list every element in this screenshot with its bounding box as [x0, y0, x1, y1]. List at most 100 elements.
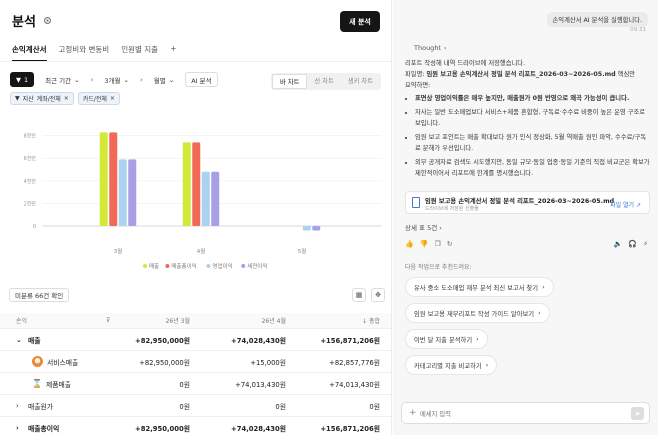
row-value-total: +74,013,430원	[329, 380, 380, 389]
chevron-icon[interactable]: ›	[16, 402, 24, 410]
suggestion-text: 이번 달 지출 분석하기	[414, 336, 473, 344]
income-bar-chart: 8천만 6천만 4천만 2천만 0 3월 4월 5월매출 매출총이익 영업이익 세전이익	[24, 132, 382, 270]
row-value-march: +82,950,000원	[135, 424, 190, 433]
tab-3[interactable]: +	[170, 44, 176, 61]
suggestion-chip[interactable]: 임원 보고용 재무리포트 작성 가이드 알아보기 ›	[405, 303, 550, 323]
chevron-left-icon[interactable]: ‹	[91, 76, 94, 84]
summary-item: 자사는 일반 도소매업보다 서비스+제품 혼합형, 구독료·수수료 비중이 높은…	[415, 107, 650, 129]
view-option-1[interactable]: 선 차트	[307, 74, 340, 89]
filter-icon[interactable]: ⊽	[106, 317, 110, 324]
bar-3-1[interactable]	[211, 171, 220, 226]
tab-2[interactable]: 인원별 지출	[121, 44, 158, 61]
column-header-april[interactable]: 26년 4월	[262, 313, 286, 328]
range-select[interactable]: 3개월 ⌄	[98, 72, 135, 87]
bar-2-1[interactable]	[201, 171, 210, 226]
active-filters: ▼ 지산 계좌/전체 × 카드/전체 ×	[10, 92, 120, 105]
bar-2-2[interactable]	[302, 226, 311, 231]
headphones-icon[interactable]: 🎧	[628, 240, 637, 248]
y-tick-label: 6천만	[24, 155, 37, 162]
ai-answer: 리포트 작성해 내역 드라이브에 저장했습니다. 파일명: 임원 보고용 손익계…	[405, 58, 650, 182]
table-row[interactable]: › 매출원가 0원 0원 0원	[0, 395, 391, 417]
suggestion-chip[interactable]: 이번 달 지출 분석하기 ›	[405, 329, 488, 349]
detail-tables-link[interactable]: 상세 표 5건 ›	[405, 222, 442, 232]
refresh-icon[interactable]: ↻	[447, 240, 453, 248]
speaker-icon[interactable]: 🔈	[614, 240, 623, 248]
unit-select[interactable]: 월별 ⌄	[147, 72, 181, 87]
ai-chat-panel: 손익계산서 AI 분석을 실행합니다. 09:31 Thought › 리포트 …	[393, 0, 658, 435]
row-name: ⌛ 제품매출	[32, 373, 71, 394]
tab-divider	[0, 61, 391, 62]
suggestion-text: 유사 중소 도소매업 재무 분석 최신 보고서 찾기	[414, 284, 539, 292]
send-button[interactable]: ➤	[631, 407, 644, 420]
bar-0-1[interactable]	[182, 142, 191, 226]
chevron-icon[interactable]: ⌄	[16, 336, 24, 344]
bar-3-0[interactable]	[128, 159, 137, 226]
chevron-right-icon[interactable]: ›	[140, 76, 143, 84]
summary-item: 임원 보고 포인트는 매출 확대보다 원가 인식 정상화, 5월 역매출 원인 …	[415, 132, 650, 154]
y-tick-label: 4천만	[24, 178, 37, 185]
filter-chip-account[interactable]: ▼ 지산 계좌/전체 ×	[10, 92, 74, 105]
summary-item-text: 외부 공개자료 검색도 시도했지만, 동일 규모·동일 업종·동일 기준의 직접…	[415, 159, 650, 177]
plus-icon[interactable]: +	[409, 408, 417, 418]
bar-1-0[interactable]	[109, 132, 118, 226]
chevron-down-icon: ⌄	[123, 75, 129, 84]
filter-button[interactable]: ▼ 1	[10, 72, 35, 87]
chevron-icon[interactable]: ›	[16, 424, 24, 432]
close-icon[interactable]: ×	[64, 95, 69, 102]
thought-toggle[interactable]: Thought ›	[414, 44, 447, 52]
answer-intro: 리포트 작성해 내역 드라이브에 저장했습니다.	[405, 60, 526, 67]
bar-0-0[interactable]	[99, 132, 108, 226]
chevron-right-icon: ›	[542, 283, 545, 291]
row-value-april: 0원	[275, 402, 286, 411]
view-option-0[interactable]: 바 차트	[272, 74, 308, 89]
thumbs-down-icon[interactable]: 👎	[420, 240, 429, 248]
open-file-link[interactable]: 파일 열기 ↗	[610, 200, 641, 209]
period-select[interactable]: 최근 기간 ⌄	[39, 72, 86, 87]
lightning-icon[interactable]: ⚡	[643, 240, 648, 248]
bar-3-2[interactable]	[312, 226, 321, 231]
spreadsheet-icon[interactable]: ▦	[352, 288, 366, 302]
column-header-total[interactable]: ↓ 총합	[362, 313, 380, 328]
chevron-down-icon: ⌄	[168, 75, 175, 84]
new-analysis-button[interactable]: 새 분석	[340, 11, 380, 32]
x-tick-label: 5월	[298, 247, 307, 255]
suggestion-chip[interactable]: 유사 중소 도소매업 재무 분석 최신 보고서 찾기 ›	[405, 277, 554, 297]
filter-chip-value: 카드/전체	[82, 96, 107, 103]
x-tick-label: 4월	[197, 247, 206, 255]
chat-input-box: + ➤	[401, 402, 650, 424]
row-value-total: +156,871,206원	[320, 336, 380, 345]
table-row[interactable]: ⌛ 제품매출 0원 +74,013,430원 +74,013,430원	[0, 373, 391, 395]
copy-icon[interactable]: ❐	[434, 240, 440, 248]
gear-icon[interactable]	[42, 15, 53, 26]
column-header-march[interactable]: 26년 3월	[166, 313, 190, 328]
page-header: 분석	[12, 11, 53, 30]
unclassified-button[interactable]: 미분류 66건 확인	[9, 288, 70, 302]
report-file-card[interactable]: 임원 보고용 손익계산서 정밀 분석 리포트_2026-03~2026-05.m…	[405, 191, 650, 214]
thumbs-up-icon[interactable]: 👍	[405, 240, 414, 248]
table-row[interactable]: ⌄ 매출 +82,950,000원 +74,028,430원 +156,871,2…	[0, 329, 391, 351]
x-tick-label: 3월	[114, 247, 123, 255]
ai-analysis-button[interactable]: AI 분석	[185, 72, 218, 87]
message-actions: 👍 👎 ❐ ↻	[405, 240, 453, 248]
close-icon[interactable]: ×	[110, 95, 115, 102]
message-time: 09:31	[630, 27, 646, 33]
suggestion-chip[interactable]: 카테고리별 지출 비교하기 ›	[405, 355, 498, 375]
column-header-name: 손익 ⊽	[16, 313, 110, 328]
tab-1[interactable]: 고정비와 변동비	[59, 44, 110, 61]
legend-swatch	[241, 264, 246, 268]
bar-1-1[interactable]	[192, 142, 201, 226]
table-row[interactable]: ☻ 서비스매출 +82,950,000원 +15,000원 +82,857,776…	[0, 351, 391, 373]
bar-2-0[interactable]	[118, 159, 127, 226]
legend-label: 매출총이익	[171, 262, 196, 270]
chevron-down-icon: ⌄	[74, 75, 80, 84]
view-option-2[interactable]: 생키 차트	[341, 74, 380, 89]
row-label: 매출총이익	[28, 424, 60, 433]
table-row[interactable]: › 매출총이익 +82,950,000원 +74,028,430원 +156,87…	[0, 417, 391, 435]
suggestion-label: 다음 작업으로 추천드려요:	[405, 264, 472, 271]
filter-chip-card[interactable]: 카드/전체 ×	[77, 92, 120, 105]
avatar: ☻	[32, 356, 43, 367]
tab-0[interactable]: 손익계산서	[12, 44, 47, 61]
move-icon[interactable]: ✥	[371, 288, 385, 302]
chat-input[interactable]	[420, 407, 620, 421]
page-title: 분석	[12, 15, 36, 30]
